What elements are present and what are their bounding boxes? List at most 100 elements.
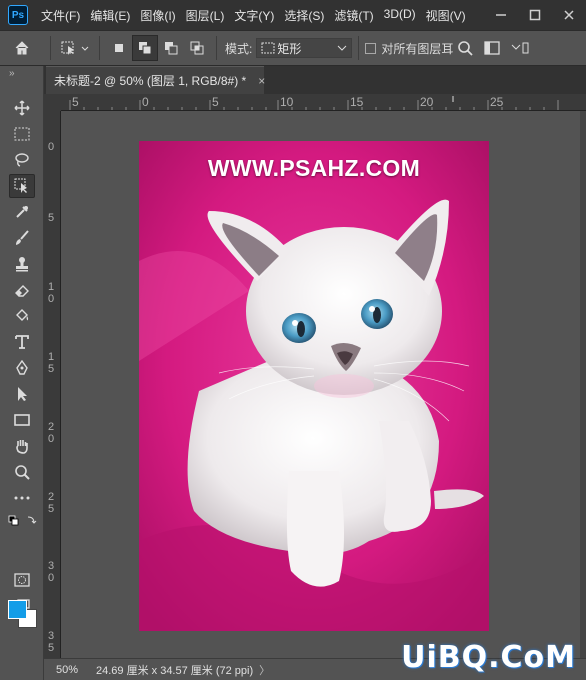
minimize-button[interactable] (484, 0, 518, 30)
tab-close-button[interactable]: × (258, 74, 265, 88)
document-tab[interactable]: 未标题-2 @ 50% (图层 1, RGB/8#) * × (46, 66, 265, 94)
workspace-chevron-button[interactable] (507, 35, 533, 61)
menu-layer[interactable]: 图层(L) (181, 7, 230, 24)
type-tool[interactable] (9, 330, 35, 354)
divider (50, 36, 51, 60)
move-tool[interactable] (9, 96, 35, 120)
intersect-selection-button[interactable] (184, 35, 210, 61)
paint-bucket-tool[interactable] (9, 304, 35, 328)
menu-view[interactable]: 视图(V) (421, 7, 471, 24)
chevron-down-icon (337, 45, 347, 51)
zoom-tool[interactable] (9, 460, 35, 484)
brush-tool[interactable] (9, 226, 35, 250)
type-icon (15, 335, 29, 349)
close-button[interactable] (552, 0, 586, 30)
rectangle-tool[interactable] (9, 408, 35, 432)
workspace-button[interactable] (477, 35, 507, 61)
window-controls (484, 0, 586, 30)
more-tools-button[interactable] (9, 486, 35, 510)
object-selection-icon (14, 178, 27, 193)
color-swap-controls (8, 515, 38, 527)
pen-icon (16, 360, 28, 375)
menu-select[interactable]: 选择(S) (279, 7, 329, 24)
status-menu-arrow[interactable]: 〉 (259, 662, 270, 678)
home-button[interactable] (0, 35, 44, 61)
menu-bar: Ps 文件(F) 编辑(E) 图像(I) 图层(L) 文字(Y) 选择(S) 滤… (0, 0, 586, 30)
pen-tool[interactable] (9, 356, 35, 380)
menu-3d[interactable]: 3D(D) (379, 7, 421, 24)
rectangle-mode-icon (261, 42, 275, 54)
path-selection-icon (18, 387, 27, 401)
close-icon (564, 10, 574, 20)
object-selection-tool[interactable] (9, 174, 35, 198)
paint-bucket-icon (16, 309, 29, 321)
document-canvas[interactable]: WWW.PSAHZ.COM (139, 141, 489, 631)
ruler-label: 1 0 (47, 281, 55, 305)
hand-tool[interactable] (9, 434, 35, 458)
tool-preset-picker[interactable] (57, 35, 93, 61)
home-icon (15, 41, 29, 55)
options-bar: 模式: 矩形 对所有图层耳 (0, 30, 586, 66)
horizontal-ruler[interactable]: 5 0 5 10 15 20 25 (61, 94, 586, 111)
intersect-selection-icon (190, 41, 204, 55)
ruler-label: 2 5 (47, 491, 55, 515)
sample-all-layers-label: 对所有图层耳 (381, 41, 454, 56)
menu-edit[interactable]: 编辑(E) (85, 7, 135, 24)
stamp-tool[interactable] (9, 252, 35, 276)
zoom-level[interactable]: 50% (56, 664, 92, 676)
mode-dropdown[interactable]: 矩形 (256, 38, 353, 58)
lasso-tool[interactable] (9, 148, 35, 172)
ruler-label: 5 (47, 212, 55, 224)
watermark-text: WWW.PSAHZ.COM (207, 155, 421, 181)
divider (216, 36, 217, 60)
document-size: 24.69 厘米 x 34.57 厘米 (72 ppi) (96, 664, 254, 677)
foreground-color-swatch[interactable] (8, 600, 27, 619)
menu-image[interactable]: 图像(I) (135, 7, 180, 24)
collapse-toolbar-icon[interactable]: » (9, 68, 15, 79)
maximize-icon (529, 9, 541, 21)
ruler-label: 3 5 (47, 630, 55, 654)
kitten-photo (139, 141, 489, 631)
divider (99, 36, 100, 60)
search-button[interactable] (453, 35, 477, 61)
menu-file[interactable]: 文件(F) (36, 7, 85, 24)
default-colors-icon[interactable] (8, 515, 38, 527)
tools-panel: » (0, 66, 44, 680)
path-selection-tool[interactable] (9, 382, 35, 406)
quick-mask-button[interactable] (9, 568, 35, 592)
document-tab-title: 未标题-2 @ 50% (图层 1, RGB/8#) * (54, 74, 247, 88)
ruler-label: 2 0 (47, 421, 55, 445)
stamp-icon (16, 257, 28, 272)
maximize-button[interactable] (518, 0, 552, 30)
eraser-tool[interactable] (9, 278, 35, 302)
vertical-scrollbar[interactable] (580, 111, 586, 658)
ruler-label: 1 5 (47, 351, 55, 375)
ruler-label: 0 (47, 141, 55, 153)
move-icon (14, 100, 30, 116)
photoshop-logo[interactable]: Ps (8, 5, 28, 25)
add-selection-icon (139, 42, 152, 55)
new-selection-button[interactable] (106, 35, 132, 61)
crop-tool[interactable] (9, 200, 35, 224)
rectangle-icon (14, 414, 30, 426)
hand-icon (16, 440, 28, 454)
quick-mask-icon (14, 573, 30, 587)
brush-icon (16, 230, 29, 245)
menu-type[interactable]: 文字(Y) (229, 7, 279, 24)
object-select-preset-icon (61, 41, 89, 55)
document-tab-bar: 未标题-2 @ 50% (图层 1, RGB/8#) * × (44, 66, 586, 94)
marquee-tool[interactable] (9, 122, 35, 146)
add-selection-button[interactable] (132, 35, 158, 61)
zoom-icon (15, 465, 30, 480)
minimize-icon (496, 14, 506, 16)
site-brand-watermark: UiBQ.CoM (401, 640, 576, 675)
subtract-selection-button[interactable] (158, 35, 184, 61)
ruler-corner (44, 94, 61, 111)
vertical-ruler[interactable]: 0 5 1 0 1 5 2 0 2 5 3 0 3 5 (44, 111, 61, 658)
mode-value: 矩形 (277, 41, 302, 56)
lasso-icon (15, 153, 29, 167)
sample-all-layers-checkbox[interactable] (365, 42, 377, 54)
ruler-label: 3 0 (47, 560, 55, 584)
menu-filter[interactable]: 滤镜(T) (329, 7, 378, 24)
subtract-selection-icon (165, 42, 178, 55)
